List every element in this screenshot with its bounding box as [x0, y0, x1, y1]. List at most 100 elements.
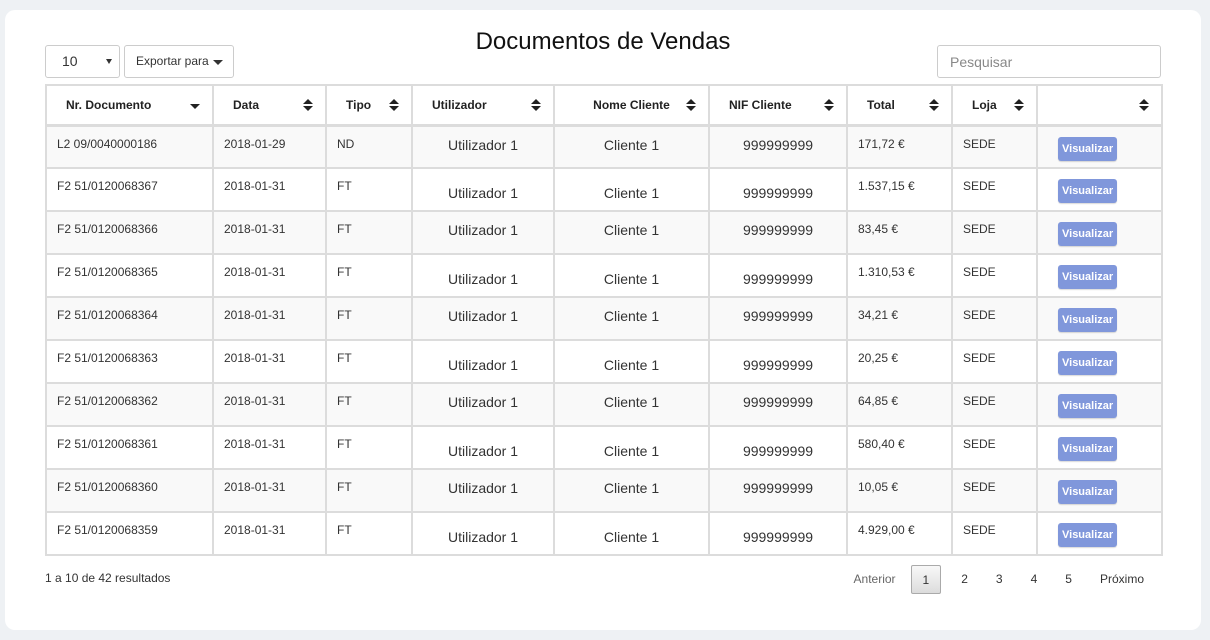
- cell-actions: Visualizar: [1036, 425, 1163, 470]
- sort-icon: [929, 98, 939, 112]
- cell-client-nif: 999999999: [708, 382, 848, 427]
- cell-type: FT: [325, 253, 413, 298]
- cell-type: FT: [325, 511, 413, 556]
- column-header-actions[interactable]: [1036, 84, 1163, 127]
- cell-client-name: Cliente 1: [553, 253, 710, 298]
- page-length-select[interactable]: 10: [45, 45, 120, 78]
- cell-date: 2018-01-31: [212, 511, 327, 556]
- pagination-next[interactable]: Próximo: [1086, 565, 1158, 594]
- cell-user: Utilizador 1: [411, 425, 555, 470]
- column-header-doc-number[interactable]: Nr. Documento: [45, 84, 214, 127]
- export-dropdown-button[interactable]: Exportar para: [124, 45, 234, 78]
- column-label: Loja: [972, 97, 997, 112]
- cell-store: SEDE: [951, 210, 1038, 255]
- results-info: 1 a 10 de 42 resultados: [45, 571, 171, 585]
- cell-type: FT: [325, 210, 413, 255]
- sort-icon: [686, 98, 696, 112]
- caret-down-icon: [213, 60, 223, 65]
- view-document-button[interactable]: Visualizar: [1058, 351, 1118, 375]
- pagination-previous[interactable]: Anterior: [840, 565, 911, 594]
- table-row: F2 51/0120068362 2018-01-31 FT Utilizador 1…: [45, 382, 1163, 427]
- cell-client-nif: 999999999: [708, 339, 848, 384]
- cell-total: 34,21 €: [846, 296, 953, 341]
- pagination-page-1[interactable]: 1: [910, 565, 942, 594]
- cell-total: 10,05 €: [846, 468, 953, 513]
- table-row: F2 51/0120068360 2018-01-31 FT Utilizador 1…: [45, 468, 1163, 513]
- cell-client-name: Cliente 1: [553, 167, 710, 212]
- sales-documents-table: Nr. Documento Data Tipo Utilizador Nome …: [45, 84, 1163, 556]
- sort-icon: [1014, 98, 1024, 112]
- cell-client-name: Cliente 1: [553, 210, 710, 255]
- column-label: Data: [233, 97, 260, 112]
- cell-actions: Visualizar: [1036, 210, 1163, 255]
- view-document-button[interactable]: Visualizar: [1058, 394, 1118, 418]
- column-header-client-name[interactable]: Nome Cliente: [553, 84, 710, 127]
- cell-type: FT: [325, 167, 413, 212]
- cell-type: FT: [325, 339, 413, 384]
- cell-user: Utilizador 1: [411, 339, 555, 384]
- cell-store: SEDE: [951, 382, 1038, 427]
- view-document-button[interactable]: Visualizar: [1058, 437, 1118, 461]
- pagination-page-2[interactable]: 2: [947, 565, 982, 594]
- cell-date: 2018-01-31: [212, 253, 327, 298]
- cell-type: FT: [325, 468, 413, 513]
- sort-icon: [1139, 98, 1149, 112]
- cell-date: 2018-01-31: [212, 425, 327, 470]
- cell-actions: Visualizar: [1036, 382, 1163, 427]
- view-document-button[interactable]: Visualizar: [1058, 265, 1118, 289]
- cell-total: 20,25 €: [846, 339, 953, 384]
- cell-date: 2018-01-31: [212, 382, 327, 427]
- column-header-date[interactable]: Data: [212, 84, 327, 127]
- cell-store: SEDE: [951, 339, 1038, 384]
- pagination-page-4[interactable]: 4: [1017, 565, 1052, 594]
- cell-date: 2018-01-31: [212, 296, 327, 341]
- sort-icon: [531, 98, 541, 112]
- column-header-type[interactable]: Tipo: [325, 84, 413, 127]
- table-row: F2 51/0120068363 2018-01-31 FT Utilizador 1…: [45, 339, 1163, 384]
- cell-doc-number: F2 51/0120068361: [45, 425, 214, 470]
- cell-type: FT: [325, 296, 413, 341]
- cell-doc-number: F2 51/0120068366: [45, 210, 214, 255]
- cell-doc-number: F2 51/0120068360: [45, 468, 214, 513]
- view-document-button[interactable]: Visualizar: [1058, 480, 1118, 504]
- cell-actions: Visualizar: [1036, 468, 1163, 513]
- column-header-store[interactable]: Loja: [951, 84, 1038, 127]
- cell-client-nif: 999999999: [708, 210, 848, 255]
- export-label: Exportar para: [136, 54, 209, 68]
- table-row: F2 51/0120068365 2018-01-31 FT Utilizador 1…: [45, 253, 1163, 298]
- pagination-page-5[interactable]: 5: [1051, 565, 1086, 594]
- column-label: Tipo: [346, 97, 372, 112]
- page-length-value: 10: [62, 53, 78, 69]
- cell-doc-number: F2 51/0120068362: [45, 382, 214, 427]
- pagination-page-3[interactable]: 3: [982, 565, 1017, 594]
- table-body: L2 09/0040000186 2018-01-29 ND Utilizador 1…: [45, 124, 1163, 556]
- cell-store: SEDE: [951, 511, 1038, 556]
- cell-total: 83,45 €: [846, 210, 953, 255]
- cell-client-name: Cliente 1: [553, 511, 710, 556]
- table-row: F2 51/0120068361 2018-01-31 FT Utilizador 1…: [45, 425, 1163, 470]
- cell-total: 1.537,15 €: [846, 167, 953, 212]
- cell-client-nif: 999999999: [708, 425, 848, 470]
- table-row: F2 51/0120068367 2018-01-31 FT Utilizador 1…: [45, 167, 1163, 212]
- cell-user: Utilizador 1: [411, 511, 555, 556]
- view-document-button[interactable]: Visualizar: [1058, 523, 1118, 547]
- search-input[interactable]: [937, 45, 1161, 78]
- view-document-button[interactable]: Visualizar: [1058, 308, 1118, 332]
- column-header-total[interactable]: Total: [846, 84, 953, 127]
- view-document-button[interactable]: Visualizar: [1058, 179, 1118, 203]
- cell-total: 64,85 €: [846, 382, 953, 427]
- column-header-user[interactable]: Utilizador: [411, 84, 555, 127]
- cell-client-nif: 999999999: [708, 296, 848, 341]
- cell-actions: Visualizar: [1036, 511, 1163, 556]
- cell-type: ND: [325, 124, 413, 169]
- sort-icon: [389, 98, 399, 112]
- cell-doc-number: F2 51/0120068363: [45, 339, 214, 384]
- cell-doc-number: F2 51/0120068365: [45, 253, 214, 298]
- view-document-button[interactable]: Visualizar: [1058, 136, 1118, 161]
- cell-client-name: Cliente 1: [553, 339, 710, 384]
- column-header-client-nif[interactable]: NIF Cliente: [708, 84, 848, 127]
- cell-client-nif: 999999999: [708, 253, 848, 298]
- cell-user: Utilizador 1: [411, 124, 555, 169]
- view-document-button[interactable]: Visualizar: [1058, 222, 1118, 246]
- column-label: Total: [867, 97, 895, 112]
